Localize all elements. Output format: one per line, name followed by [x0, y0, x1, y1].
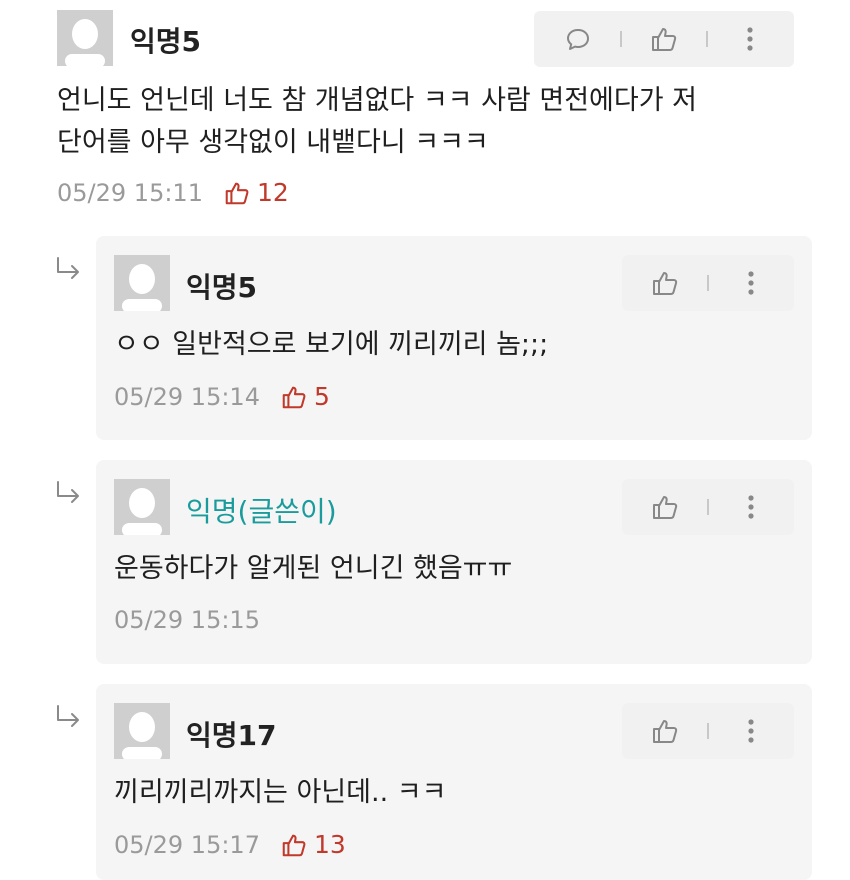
- thumbs-up-icon: [653, 720, 678, 743]
- speech-bubble-icon: [566, 29, 589, 50]
- timestamp: 05/29 15:11: [57, 178, 203, 207]
- more-button[interactable]: [734, 266, 768, 300]
- like-count: 5: [280, 382, 330, 411]
- timestamp: 05/29 15:14: [114, 382, 260, 411]
- like-button[interactable]: [647, 22, 681, 56]
- divider: [706, 499, 709, 515]
- comment-text-line: 단어를 아무 생각없이 내뱉다니 ㅋㅋㅋ: [57, 127, 489, 158]
- reply-text: 끼리끼리까지는 아닌데.. ㅋㅋ: [114, 777, 447, 808]
- reply-action-bar: [622, 703, 794, 759]
- reply-arrow-icon: [57, 257, 79, 279]
- comment-meta: 05/29 15:11 12: [57, 178, 289, 207]
- reply-card: 익명(글쓴이) 운동하다가 알게된 언니긴 했음ㅠㅠ 05/29 15:15: [96, 460, 812, 664]
- reply-card: 익명17 끼리끼리까지는 아닌데.. ㅋㅋ 05/29 15:17 13: [96, 684, 812, 880]
- comment-author: 익명5: [130, 25, 202, 58]
- thumbs-up-icon: [282, 834, 306, 856]
- like-count: 13: [280, 830, 346, 859]
- reply-action-bar: [622, 479, 794, 535]
- thumbs-up-icon: [282, 386, 306, 408]
- reply-author-op: 익명(글쓴이): [186, 495, 337, 528]
- reply-card: 익명5 ㅇㅇ 일반적으로 보기에 끼리끼리 놈;;; 05/29 15:14 5: [96, 236, 812, 440]
- more-button[interactable]: [734, 714, 768, 748]
- like-count: 12: [223, 178, 289, 207]
- divider: [706, 723, 709, 739]
- timestamp: 05/29 15:17: [114, 830, 260, 859]
- avatar[interactable]: [114, 479, 170, 535]
- like-count-value: 12: [256, 178, 289, 207]
- more-vertical-icon: [748, 271, 754, 295]
- more-button[interactable]: [734, 490, 768, 524]
- reply-text: 운동하다가 알게된 언니긴 했음ㅠㅠ: [114, 553, 513, 584]
- comment-action-bar: [534, 11, 794, 67]
- reply-action-bar: [622, 255, 794, 311]
- comment-text-line: 언니도 언닌데 너도 참 개념없다 ㅋㅋ 사람 면전에다가 저: [57, 85, 697, 116]
- divider: [706, 31, 709, 47]
- like-button[interactable]: [648, 266, 682, 300]
- reply-meta: 05/29 15:15: [114, 606, 260, 634]
- avatar[interactable]: [114, 255, 170, 311]
- thumbs-up-icon: [653, 272, 678, 295]
- more-button[interactable]: [733, 22, 767, 56]
- reply-arrow-icon: [57, 705, 79, 727]
- reply-meta: 05/29 15:14 5: [114, 382, 330, 411]
- reply-meta: 05/29 15:17 13: [114, 830, 346, 859]
- divider: [619, 31, 622, 47]
- thumbs-up-icon: [653, 496, 678, 519]
- like-button[interactable]: [648, 490, 682, 524]
- comment: 익명5 언니도 언닌데 너도 참 개념없다 ㅋㅋ 사람 면전에다가 저 단어를 …: [0, 0, 850, 230]
- reply-author: 익명17: [186, 719, 277, 752]
- like-count-value: 5: [313, 382, 330, 411]
- more-vertical-icon: [748, 719, 754, 743]
- reply-text: ㅇㅇ 일반적으로 보기에 끼리끼리 놈;;;: [114, 329, 549, 360]
- default-avatar-icon: [114, 703, 170, 759]
- default-avatar-icon: [57, 10, 113, 66]
- reply-arrow-icon: [57, 481, 79, 503]
- more-vertical-icon: [747, 27, 753, 51]
- more-vertical-icon: [748, 495, 754, 519]
- default-avatar-icon: [114, 255, 170, 311]
- avatar[interactable]: [57, 10, 113, 66]
- timestamp: 05/29 15:15: [114, 606, 260, 634]
- divider: [706, 275, 709, 291]
- default-avatar-icon: [114, 479, 170, 535]
- thumbs-up-icon: [651, 28, 677, 51]
- like-count-value: 13: [313, 830, 346, 859]
- avatar[interactable]: [114, 703, 170, 759]
- thumbs-up-icon: [225, 182, 249, 204]
- reply-button[interactable]: [561, 22, 595, 56]
- like-button[interactable]: [648, 714, 682, 748]
- reply-author: 익명5: [186, 271, 258, 304]
